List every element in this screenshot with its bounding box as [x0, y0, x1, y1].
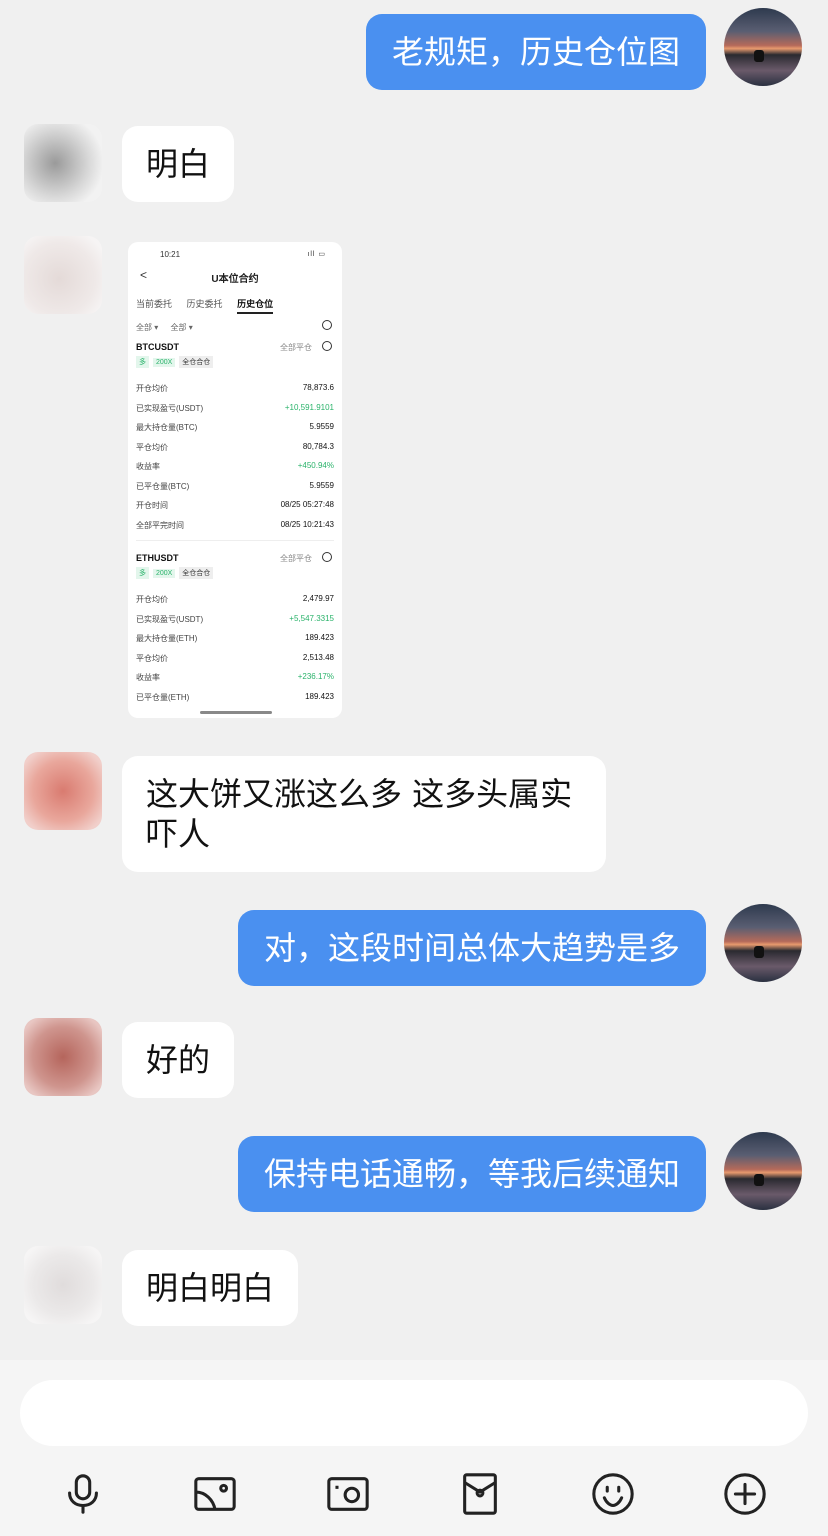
microphone-icon[interactable] [59, 1470, 107, 1518]
position-symbol: ETHUSDT [136, 553, 179, 563]
contract-page-title: U本位合约 [211, 274, 259, 285]
tab-order-history: 历史委托 [186, 299, 223, 309]
message-bubble-theirs[interactable]: 明白明白 [122, 1250, 299, 1326]
contact-avatar[interactable] [24, 124, 102, 202]
message-input[interactable] [20, 1380, 808, 1446]
clock-icon [322, 320, 332, 330]
close-all-label: 全部平仓 [280, 343, 312, 352]
close-all-label: 全部平仓 [280, 554, 312, 563]
share-icon [322, 552, 332, 562]
margin-mode-tag: 全仓合仓 [179, 356, 214, 368]
position-field: 平仓均价 80,784.3 [136, 442, 334, 452]
position-field: 已平仓量(ETH) 189.423 [136, 692, 334, 702]
position-field: 已实现盈亏(USDT) +10,591.9101 [136, 403, 334, 413]
contact-avatar[interactable] [24, 1246, 102, 1324]
filter-dropdown: 全部 ▾ [170, 323, 193, 332]
position-field: 平仓均价 2,513.48 [136, 653, 334, 663]
position-field: 已实现盈亏(USDT) +5,547.3315 [136, 614, 334, 624]
my-avatar[interactable] [724, 1132, 802, 1210]
position-field: 开仓时间 08/25 05:27:48 [136, 500, 334, 510]
contract-tabs: 当前委托 历史委托 历史仓位 [136, 297, 285, 314]
position-tags: 多 200X 全仓合仓 [136, 567, 215, 579]
filter-dropdown: 全部 ▾ [136, 323, 159, 332]
my-avatar[interactable] [724, 8, 802, 86]
status-bar-icons: ıll ▭ [307, 251, 326, 258]
message-bubble-mine[interactable]: 老规矩，历史仓位图 [365, 14, 706, 90]
contact-avatar[interactable] [24, 1018, 102, 1096]
camera-icon[interactable] [324, 1470, 372, 1518]
position-field: 收益率 +236.17% [136, 672, 334, 682]
position-field: 最大持仓量(BTC) 5.9559 [136, 422, 334, 432]
home-indicator [200, 711, 272, 714]
contact-avatar[interactable] [24, 752, 102, 830]
position-field: 已平仓量(BTC) 5.9559 [136, 481, 334, 491]
position-field: 最大持仓量(ETH) 189.423 [136, 633, 334, 643]
position-field: 开仓均价 78,873.6 [136, 383, 334, 393]
message-bubble-theirs[interactable]: 好的 [122, 1022, 235, 1098]
message-bubble-theirs[interactable]: 明白 [122, 126, 235, 202]
composer-bar [0, 1360, 828, 1536]
filter-row: 全部 ▾ 全部 ▾ [136, 322, 203, 333]
side-tag: 多 [136, 356, 149, 368]
emoji-icon[interactable] [589, 1470, 637, 1518]
position-field: 收益率 +450.94% [136, 461, 334, 471]
contact-avatar[interactable] [24, 236, 102, 314]
my-avatar[interactable] [724, 904, 802, 982]
message-bubble-mine[interactable]: 保持电话通畅，等我后续通知 [237, 1136, 706, 1212]
tab-position-history: 历史仓位 [237, 299, 274, 314]
leverage-tag: 200X [152, 569, 176, 578]
leverage-tag: 200X [152, 358, 176, 367]
side-tag: 多 [136, 567, 149, 579]
share-icon [322, 341, 332, 351]
position-field: 全部平完时间 08/25 10:21:43 [136, 520, 334, 530]
red-packet-icon[interactable] [456, 1470, 504, 1518]
divider [136, 540, 334, 541]
plus-icon[interactable] [721, 1470, 769, 1518]
position-tags: 多 200X 全仓合仓 [136, 356, 215, 368]
position-field: 开仓均价 2,479.97 [136, 594, 334, 604]
image-icon[interactable] [191, 1470, 239, 1518]
chat-message-list[interactable]: 老规矩，历史仓位图 明白 10:21 ıll ▭ < U本位合约 当前委托 历史… [0, 0, 828, 1360]
status-bar-time: 10:21 [160, 250, 181, 259]
message-bubble-mine[interactable]: 对，这段时间总体大趋势是多 [237, 910, 706, 986]
position-symbol: BTCUSDT [136, 342, 179, 352]
screenshot-image-message[interactable]: 10:21 ıll ▭ < U本位合约 当前委托 历史委托 历史仓位 全部 ▾ … [128, 242, 342, 718]
margin-mode-tag: 全仓合仓 [179, 567, 214, 579]
tab-current-orders: 当前委托 [136, 299, 173, 309]
message-bubble-theirs[interactable]: 这大饼又涨这么多 这多头属实吓人 [122, 756, 606, 872]
